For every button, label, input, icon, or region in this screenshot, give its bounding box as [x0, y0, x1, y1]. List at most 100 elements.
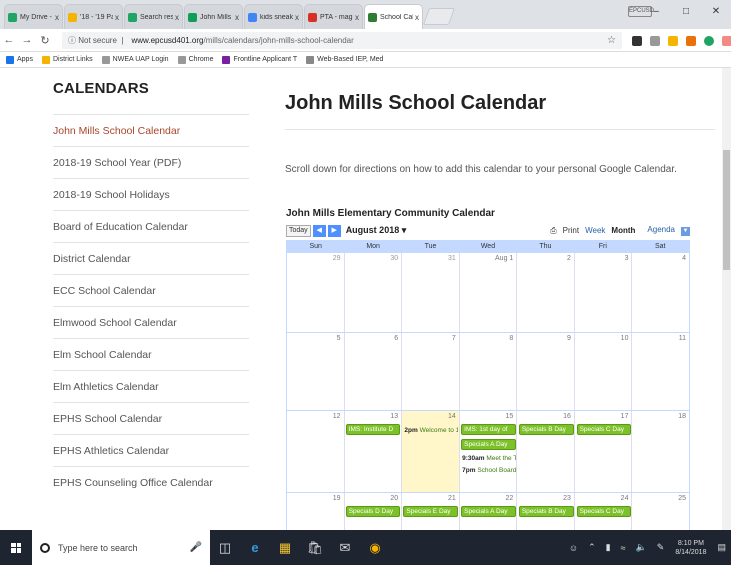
tab-month[interactable]: Month — [611, 226, 635, 235]
task-view-icon[interactable]: ◫ — [210, 530, 240, 565]
sidebar-item[interactable]: EPHS Counseling Office Calendar — [53, 466, 249, 498]
day-number[interactable]: 19 — [333, 495, 341, 502]
wifi-icon[interactable]: ≈ — [621, 543, 626, 553]
calendar-day-cell[interactable]: 2 — [516, 253, 574, 332]
extension-icon[interactable] — [650, 35, 660, 46]
event-chip[interactable]: Specials C Day — [576, 506, 632, 517]
sidebar-item[interactable]: Elm School Calendar — [53, 338, 249, 370]
day-number[interactable]: 9 — [567, 335, 571, 342]
event-chip[interactable]: IMS: Institute D — [345, 424, 401, 435]
day-number[interactable]: 21 — [448, 495, 456, 502]
calendar-day-cell[interactable]: 29 — [287, 253, 344, 332]
bookmark-item[interactable]: Frontline Applicant T — [222, 55, 297, 64]
event-chip[interactable]: Specials C Day — [576, 424, 632, 435]
day-number[interactable]: 23 — [563, 495, 571, 502]
print-button[interactable]: ⎙ Print — [550, 226, 579, 236]
people-icon[interactable]: ☺ — [569, 543, 578, 553]
event-chip[interactable]: Specials A Day — [461, 439, 516, 450]
day-number[interactable]: 14 — [448, 413, 456, 420]
calendar-day-cell[interactable]: 11 — [631, 333, 689, 410]
day-number[interactable]: 22 — [506, 495, 514, 502]
file-explorer-icon[interactable]: ▦ — [270, 530, 300, 565]
day-number[interactable]: 2 — [567, 255, 571, 262]
tab-close-icon[interactable]: x — [55, 13, 59, 22]
battery-icon[interactable]: ▮ — [606, 542, 611, 553]
browser-tab[interactable]: kids sneakers - x — [244, 4, 303, 29]
tab-close-icon[interactable]: x — [295, 13, 299, 22]
sidebar-item[interactable]: ECC School Calendar — [53, 274, 249, 306]
day-number[interactable]: Aug 1 — [495, 255, 513, 262]
sidebar-item[interactable]: EPHS Athletics Calendar — [53, 434, 249, 466]
notifications-icon[interactable]: ▤ — [717, 542, 726, 553]
extension-icon[interactable] — [686, 35, 696, 46]
day-number[interactable]: 18 — [678, 413, 686, 420]
start-button[interactable] — [0, 530, 32, 565]
calendar-day-cell[interactable]: 3 — [573, 253, 632, 332]
day-number[interactable]: 20 — [390, 495, 398, 502]
calendar-day-cell[interactable]: 14 — [401, 411, 459, 492]
bookmark-item[interactable]: District Links — [41, 55, 93, 64]
close-icon[interactable]: ✕ — [701, 6, 731, 17]
forward-icon[interactable]: → — [18, 34, 36, 46]
event-chip[interactable]: IMS: 1st day of — [461, 424, 516, 435]
day-number[interactable]: 7 — [452, 335, 456, 342]
day-number[interactable]: 6 — [394, 335, 398, 342]
bookmark-star-icon[interactable]: ☆ — [607, 35, 616, 46]
reload-icon[interactable]: ↻ — [36, 34, 54, 47]
day-number[interactable]: 15 — [506, 413, 514, 420]
tab-agenda[interactable]: Agenda ▼ — [641, 225, 690, 236]
clock[interactable]: 8:10 PM 8/14/2018 — [675, 539, 706, 557]
calendar-day-cell[interactable]: 8 — [458, 333, 517, 410]
prev-month-button[interactable]: ◀ — [312, 224, 326, 237]
month-label[interactable]: August 2018 ▾ — [346, 225, 407, 236]
day-number[interactable]: 29 — [333, 255, 341, 262]
bookmark-item[interactable]: NWEA UAP Login — [101, 55, 169, 64]
timed-event[interactable]: 2pm Welcome to 1 — [404, 426, 458, 435]
sidebar-item[interactable]: Elmwood School Calendar — [53, 306, 249, 338]
today-button[interactable]: Today — [286, 224, 311, 237]
extension-icon[interactable] — [722, 35, 731, 46]
event-chip[interactable]: Specials D Day — [345, 506, 401, 517]
volume-icon[interactable]: 🔈 — [636, 542, 647, 553]
day-number[interactable]: 5 — [337, 335, 341, 342]
extension-icon[interactable] — [668, 35, 678, 46]
day-number[interactable]: 12 — [333, 413, 341, 420]
sidebar-item[interactable]: 2018-19 School Holidays — [53, 178, 249, 210]
tab-close-icon[interactable]: x — [415, 13, 419, 22]
sidebar-item[interactable]: Elm Athletics Calendar — [53, 370, 249, 402]
day-number[interactable]: 31 — [448, 255, 456, 262]
extension-icon[interactable] — [704, 35, 714, 46]
taskbar-search[interactable]: Type here to search 🎤 — [32, 530, 210, 565]
next-month-button[interactable]: ▶ — [327, 224, 341, 237]
event-chip[interactable]: Specials B Day — [518, 424, 574, 435]
chevron-up-icon[interactable]: ⌃ — [588, 542, 596, 553]
bookmark-item[interactable]: Web-Based IEP, Med — [306, 55, 383, 64]
event-chip[interactable]: Specials A Day — [461, 506, 516, 517]
calendar-day-cell[interactable]: 31 — [401, 253, 459, 332]
day-number[interactable]: 25 — [678, 495, 686, 502]
maximize-icon[interactable]: □ — [671, 6, 701, 17]
browser-tab[interactable]: School Calendax — [364, 4, 423, 29]
calendar-day-cell[interactable]: 25 — [631, 493, 689, 530]
day-number[interactable]: 10 — [621, 335, 629, 342]
tab-close-icon[interactable]: x — [115, 13, 119, 22]
calendar-day-cell[interactable]: 30 — [343, 253, 402, 332]
extension-icon[interactable] — [632, 35, 642, 46]
day-number[interactable]: 16 — [563, 413, 571, 420]
edge-icon[interactable]: e — [240, 530, 270, 565]
browser-tab[interactable]: My Drive - Googx — [4, 4, 63, 29]
pen-icon[interactable]: ✎ — [657, 542, 665, 553]
calendar-day-cell[interactable]: 7 — [401, 333, 459, 410]
day-number[interactable]: 24 — [621, 495, 629, 502]
calendar-day-cell[interactable]: 12 — [287, 411, 344, 492]
day-number[interactable]: 13 — [390, 413, 398, 420]
mail-icon[interactable]: ✉ — [330, 530, 360, 565]
microphone-icon[interactable]: 🎤 — [190, 542, 202, 553]
bookmark-item[interactable]: Chrome — [177, 55, 213, 64]
day-number[interactable]: 30 — [390, 255, 398, 262]
store-icon[interactable]: 🛍 — [300, 530, 330, 565]
calendar-day-cell[interactable]: 18 — [631, 411, 689, 492]
sidebar-item[interactable]: Board of Education Calendar — [53, 210, 249, 242]
tab-close-icon[interactable]: x — [235, 13, 239, 22]
bookmark-item[interactable]: Apps — [6, 55, 33, 64]
